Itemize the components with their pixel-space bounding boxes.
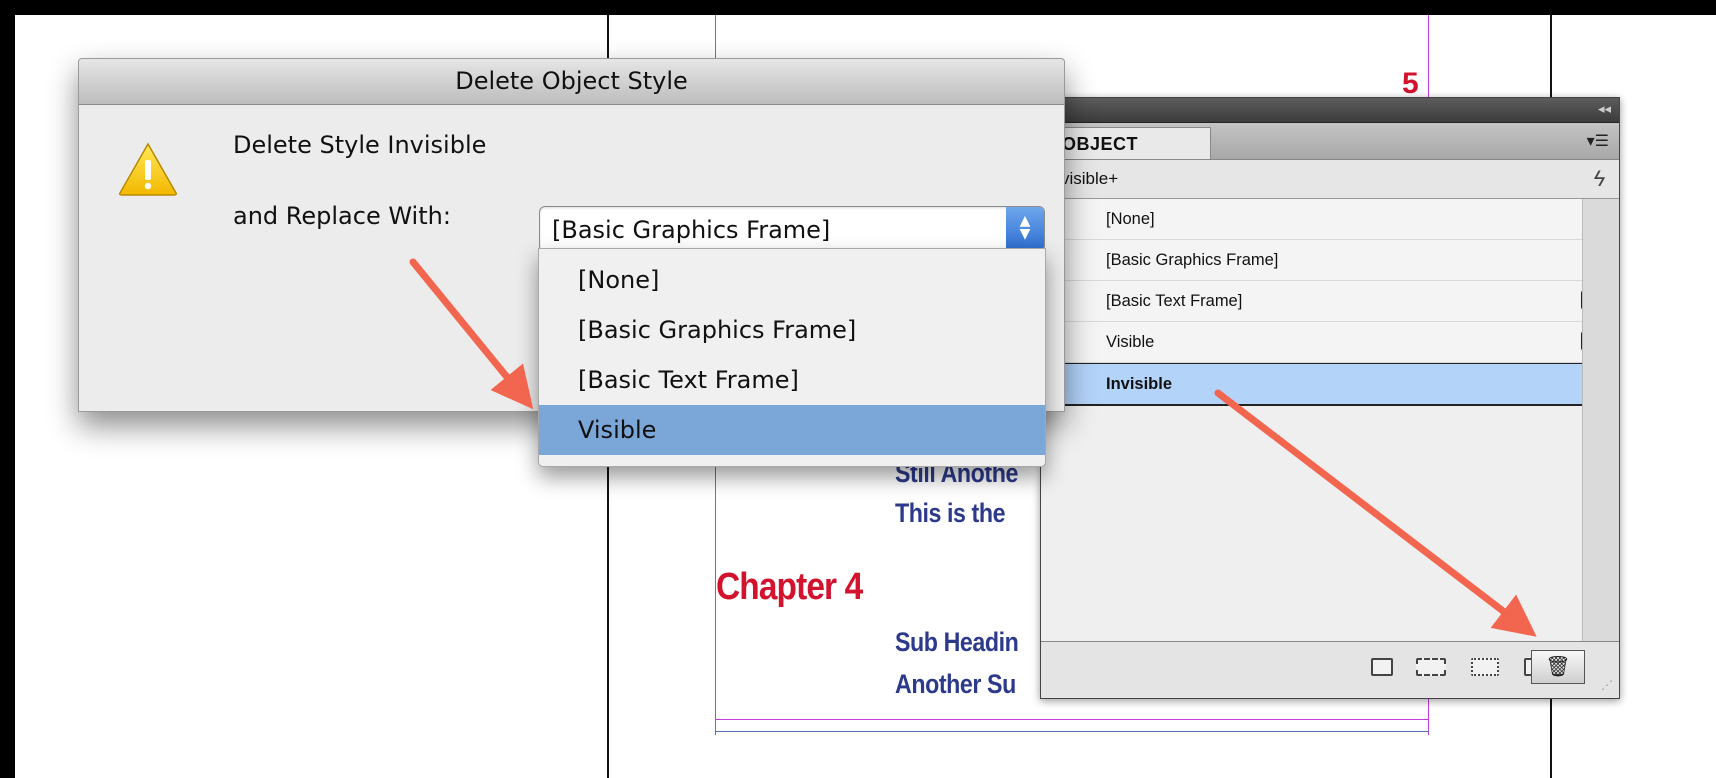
annotation-arrows (409, 258, 1537, 637)
annotation-arrow-dropdown (409, 258, 534, 410)
annotation-arrow-trash (1214, 389, 1537, 637)
